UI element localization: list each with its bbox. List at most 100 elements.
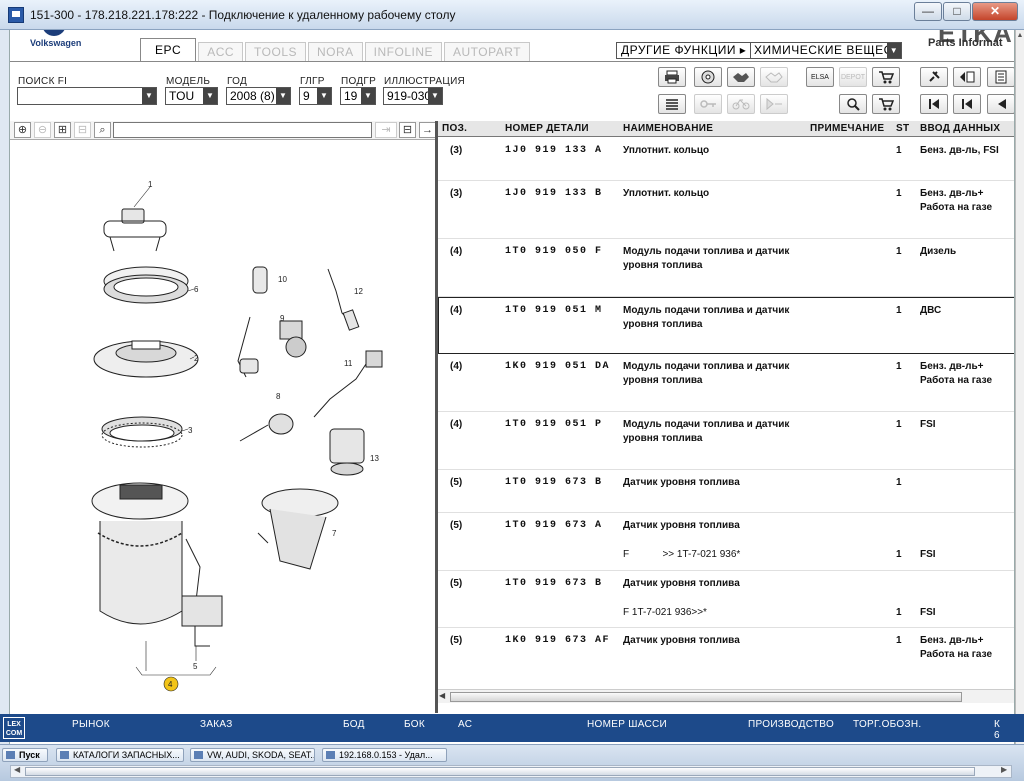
scroll-up-icon[interactable]: ▲	[1016, 32, 1024, 39]
tab-tools[interactable]: TOOLS	[245, 42, 306, 62]
layout-icon[interactable]: ⊟	[399, 122, 416, 138]
scroll-left-icon[interactable]: ◀	[439, 691, 445, 700]
row-name: Модуль подачи топлива и датчик уровня то…	[623, 361, 790, 386]
row-st: 1	[896, 549, 902, 560]
chevron-down-icon[interactable]: ▼	[142, 88, 156, 104]
col-st[interactable]: ST	[896, 123, 909, 134]
row-st: 1	[896, 607, 902, 618]
sub-group-value: 19	[344, 89, 358, 103]
search-icon[interactable]: ⌕	[94, 122, 111, 138]
other-functions-button[interactable]: ДРУГИЕ ФУНКЦИИ ▸	[616, 42, 752, 59]
col-name[interactable]: НАИМЕНОВАНИЕ	[623, 123, 713, 134]
tab-autopart[interactable]: AUTOPART	[444, 42, 531, 62]
col-input[interactable]: ВВОД ДАННЫХ	[920, 123, 1000, 134]
maximize-button[interactable]: □	[943, 2, 971, 21]
model-select[interactable]: TOU ▼	[165, 87, 218, 105]
sub-group-select[interactable]: 19 ▼	[340, 87, 376, 105]
illustration-select[interactable]: 919-030 ▼	[383, 87, 443, 105]
col-part-number[interactable]: НОМЕР ДЕТАЛИ	[505, 123, 589, 134]
row-input: Бенз. дв-ль, FSI	[920, 145, 999, 156]
cart-icon[interactable]	[872, 94, 900, 114]
callout-8: 8	[276, 392, 281, 401]
year-select[interactable]: 2008 (8) ▼	[226, 87, 291, 105]
taskbar-item[interactable]: КАТАЛОГИ ЗАПАСНЫХ...	[56, 748, 184, 762]
taskbar-item[interactable]: VW, AUDI, SKODA, SEAT...	[190, 748, 315, 762]
status-production: ПРОИЗВОДСТВО	[748, 719, 835, 730]
table-row[interactable]: (3) 1J0 919 133 B Уплотнит. кольцо 1 Бен…	[438, 181, 1014, 239]
chevron-down-icon[interactable]: ▼	[276, 88, 290, 104]
cd-icon[interactable]	[694, 67, 722, 87]
part-8-float-sensor	[239, 413, 294, 442]
callout-search-input[interactable]	[113, 122, 372, 138]
scroll-left-icon[interactable]: ◀	[14, 765, 20, 774]
first-page-icon[interactable]	[920, 94, 948, 114]
main-tabs: EPC ACC TOOLS NORA INFOLINE AUTOPART	[140, 38, 532, 62]
arrow-right-icon[interactable]: →	[419, 122, 436, 138]
elsa-icon[interactable]: ELSA	[806, 67, 834, 87]
elsa-label: ELSA	[811, 73, 829, 81]
chevron-down-icon[interactable]: ▼	[361, 88, 375, 104]
brand-name: Volkswagen	[30, 38, 82, 48]
page-list-icon[interactable]	[987, 67, 1014, 87]
table-row[interactable]: (4) 1T0 919 050 F Модуль подачи топлива …	[438, 239, 1014, 297]
close-button[interactable]: ✕	[972, 2, 1018, 21]
table-row[interactable]: (5) 1T0 919 673 B Датчик уровня топлива …	[438, 571, 1014, 628]
col-note[interactable]: ПРИМЕЧАНИЕ	[810, 123, 884, 134]
row-st: 1	[896, 246, 902, 257]
scrollbar-thumb[interactable]	[450, 692, 962, 702]
pin-icon[interactable]	[920, 67, 948, 87]
chevron-down-icon[interactable]: ▼	[887, 43, 901, 58]
depot-label: DEPOT	[840, 73, 866, 81]
chemistry-select[interactable]: ХИМИЧЕСКИЕ ВЕЩЕСТВА ▼	[750, 42, 902, 59]
tab-nora[interactable]: NORA	[308, 42, 363, 62]
callout-12: 12	[354, 287, 363, 296]
row-pos: (4)	[450, 246, 463, 257]
table-row[interactable]: (5) 1T0 919 673 B Датчик уровня топлива …	[438, 470, 1014, 513]
parts-illustration[interactable]: 1 6 2 3 5 4 10 12 9 11 8 13 7	[10, 141, 435, 711]
table-row[interactable]: (5) 1T0 919 673 A Датчик уровня топлива …	[438, 513, 1014, 571]
zoom-in-icon[interactable]: ⊕	[14, 122, 31, 138]
part-5-level-sensor	[181, 595, 223, 647]
chevron-down-icon[interactable]: ▼	[317, 88, 331, 104]
start-button[interactable]: Пуск	[2, 748, 48, 762]
taskbar-item[interactable]: 192.168.0.153 - Удал...	[322, 748, 447, 762]
main-group-select[interactable]: 9 ▼	[299, 87, 332, 105]
scrollbar-thumb[interactable]	[25, 767, 975, 776]
brand-logo: Volkswagen	[12, 30, 122, 64]
row-pos: (5)	[450, 578, 463, 589]
chevron-down-icon[interactable]: ▼	[203, 88, 217, 104]
page-back-icon[interactable]	[953, 67, 981, 87]
minimize-button[interactable]: ―	[914, 2, 942, 21]
tab-acc[interactable]: ACC	[198, 42, 244, 62]
parts-table-header: ПОЗ. НОМЕР ДЕТАЛИ НАИМЕНОВАНИЕ ПРИМЕЧАНИ…	[438, 121, 1014, 137]
prev-page-icon[interactable]	[953, 94, 981, 114]
list-view-icon[interactable]	[658, 94, 686, 114]
handshake-icon[interactable]	[727, 67, 755, 87]
col-pos[interactable]: ПОЗ.	[442, 123, 467, 134]
row-name: Модуль подачи топлива и датчик уровня то…	[623, 305, 790, 330]
lens-icon[interactable]	[839, 94, 867, 114]
print-icon[interactable]	[658, 67, 686, 87]
taskbar-scrollbar[interactable]: ◀ ▶	[10, 765, 1012, 778]
table-row[interactable]: (3) 1J0 919 133 A Уплотнит. кольцо 1 Бен…	[438, 138, 1014, 181]
window-vertical-scrollbar[interactable]: ▲ ▼	[1015, 30, 1024, 744]
table-row-selected[interactable]: (4) 1T0 919 051 M Модуль подачи топлива …	[438, 297, 1014, 354]
scroll-right-icon[interactable]: ▶	[1001, 765, 1007, 774]
part-1-connector	[103, 208, 167, 252]
callout-6: 6	[194, 285, 199, 294]
table-row[interactable]: (5) 1K0 919 673 AF Датчик уровня топлива…	[438, 628, 1014, 678]
table-row[interactable]: (4) 1T0 919 051 P Модуль подачи топлива …	[438, 412, 1014, 470]
chevron-down-icon[interactable]: ▼	[428, 88, 442, 104]
main-group-value: 9	[303, 89, 310, 103]
table-row[interactable]: (4) 1K0 919 051 DA Модуль подачи топлива…	[438, 354, 1014, 412]
status-trade-designation: ТОРГ.ОБОЗН.	[853, 719, 922, 730]
search-input[interactable]: ▼	[17, 87, 157, 105]
zoom-fit-icon[interactable]: ⊞	[54, 122, 71, 138]
row-part-number: 1T0 919 050 F	[505, 246, 603, 257]
prev-icon[interactable]	[987, 94, 1014, 114]
tab-epc[interactable]: EPC	[140, 38, 197, 62]
cart-add-icon[interactable]	[872, 67, 900, 87]
table-horizontal-scrollbar[interactable]: ◀	[438, 689, 1014, 703]
tab-infoline[interactable]: INFOLINE	[364, 42, 443, 62]
row-subnote: F 1T-7-021 936>>*	[623, 607, 707, 618]
